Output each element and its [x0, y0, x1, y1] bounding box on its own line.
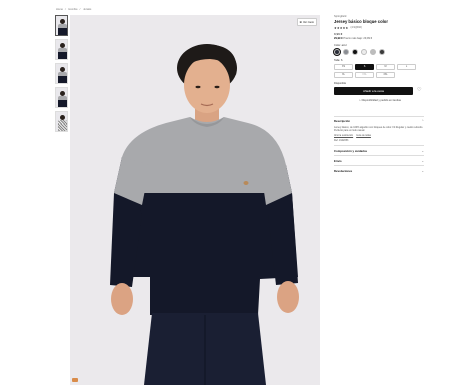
thumbnail-3[interactable]: [55, 63, 68, 84]
store-icon: ⌂: [359, 98, 361, 102]
wishlist-heart-icon[interactable]: ♡: [417, 88, 421, 93]
description-link[interactable]: Ahorra sustitución: [334, 134, 353, 137]
product-brand[interactable]: Springfield: [334, 15, 426, 18]
size-option[interactable]: S: [355, 63, 374, 70]
thumbnail-bottom: [58, 124, 67, 131]
color-label: Color: azul: [334, 43, 347, 47]
thumbnail-bottom: [58, 28, 67, 35]
size-option[interactable]: XS: [334, 63, 353, 70]
description-text: Jersey básico, de 100% algodón con bloqu…: [334, 126, 424, 133]
breadcrumb-current[interactable]: Jerséis: [83, 8, 91, 11]
thumbnail-bottom: [58, 100, 67, 107]
chevron-down-icon: ⌄: [421, 168, 424, 173]
chevron-up-icon: ⌃: [421, 119, 424, 123]
breadcrumb: Home / Hombre / Jerséis: [56, 8, 92, 11]
color-swatch-1[interactable]: [332, 46, 342, 57]
accordion-title: Descripción: [334, 119, 351, 123]
size-option[interactable]: XXL: [355, 71, 374, 78]
thumbnail-strip: [55, 15, 69, 135]
product-accordion: Descripción ⌃ Jersey básico, de 100% algod…: [334, 115, 424, 176]
accordion-section: Descripción ⌃ Jersey básico, de 100% algod…: [334, 115, 424, 146]
product-price: 9,99 €: [334, 31, 343, 36]
accordion-title: Composición y cuidados: [334, 148, 368, 153]
accordion-header[interactable]: Envío ⌄: [334, 159, 424, 163]
size-label: Talla: S: [334, 58, 343, 62]
old-price-value: 29,99 €: [334, 36, 343, 40]
model-photo: [110, 44, 299, 385]
thumbnail-1[interactable]: [55, 15, 68, 36]
color-swatch-6[interactable]: [379, 48, 385, 55]
description-link[interactable]: Guía de tallas: [356, 134, 371, 137]
size-option[interactable]: L: [397, 63, 416, 70]
thumbnail-5[interactable]: [55, 111, 68, 132]
size-option[interactable]: XL: [334, 71, 353, 78]
zoom-button[interactable]: ⊕ Ver zoom: [296, 18, 317, 26]
accordion-header[interactable]: Composición y cuidados ⌄: [334, 149, 424, 153]
store-availability-label: Disponibilidad y pedido en tiendas: [361, 98, 401, 102]
product-reference: Ref. 1942053: [334, 139, 349, 143]
add-to-cart-button[interactable]: Añadir a la cesta: [334, 86, 413, 95]
accordion-title: Devoluciones: [334, 168, 353, 173]
product-old-price: 29,99 € Precio más bajo: 29,99 €: [334, 37, 426, 40]
chevron-down-icon: ⌄: [421, 148, 424, 153]
zoom-label: Ver zoom: [303, 20, 314, 24]
rating-stars-icon: ★★★★★: [334, 25, 349, 30]
color-swatch-3[interactable]: [352, 48, 358, 55]
color-swatch-5[interactable]: [370, 48, 376, 55]
accordion-body: Jersey básico, de 100% algodón con bloqu…: [334, 126, 424, 143]
product-rating[interactable]: ★★★★★ (4.9)(602): [334, 26, 426, 30]
product-info-panel: Springfield Jersey básico bloque color ★…: [332, 15, 426, 176]
old-price-note: Precio más bajo: 29,99 €: [343, 36, 373, 40]
thumbnail-bottom: [58, 52, 67, 59]
accordion-header[interactable]: Descripción ⌃: [334, 119, 424, 123]
accordion-section: Devoluciones ⌄: [334, 165, 424, 175]
size-option[interactable]: 3XL: [376, 71, 395, 78]
size-options: XS S M L XL XXL 3XL: [334, 63, 426, 78]
color-swatch-2[interactable]: [343, 48, 349, 55]
color-swatches: [332, 46, 426, 57]
stock-status: Disponible: [334, 81, 347, 85]
accordion-section: Envío ⌄: [334, 155, 424, 165]
accordion-title: Envío: [334, 158, 342, 163]
chevron-down-icon: ⌄: [421, 158, 424, 163]
thumbnail-bottom: [58, 76, 67, 83]
product-title: Jersey básico bloque color: [334, 19, 388, 24]
accordion-section: Composición y cuidados ⌄: [334, 145, 424, 155]
store-availability-link[interactable]: ⌂ Disponibilidad y pedido en tiendas: [334, 99, 426, 102]
breadcrumb-home[interactable]: Home: [56, 8, 63, 11]
main-product-image[interactable]: ⊕ Ver zoom: [70, 15, 320, 385]
color-swatch-4[interactable]: [361, 48, 367, 55]
size-option[interactable]: M: [376, 63, 395, 70]
description-links: Ahorra sustitución Guía de tallas: [334, 134, 424, 137]
breadcrumb-category[interactable]: Hombre: [68, 8, 77, 11]
thumbnail-2[interactable]: [55, 39, 68, 60]
thumbnail-4[interactable]: [55, 87, 68, 108]
accordion-header[interactable]: Devoluciones ⌄: [334, 169, 424, 173]
zoom-icon: ⊕: [299, 20, 303, 24]
rating-count: (4.9)(602): [350, 26, 362, 29]
sustainability-badge: [72, 378, 78, 382]
